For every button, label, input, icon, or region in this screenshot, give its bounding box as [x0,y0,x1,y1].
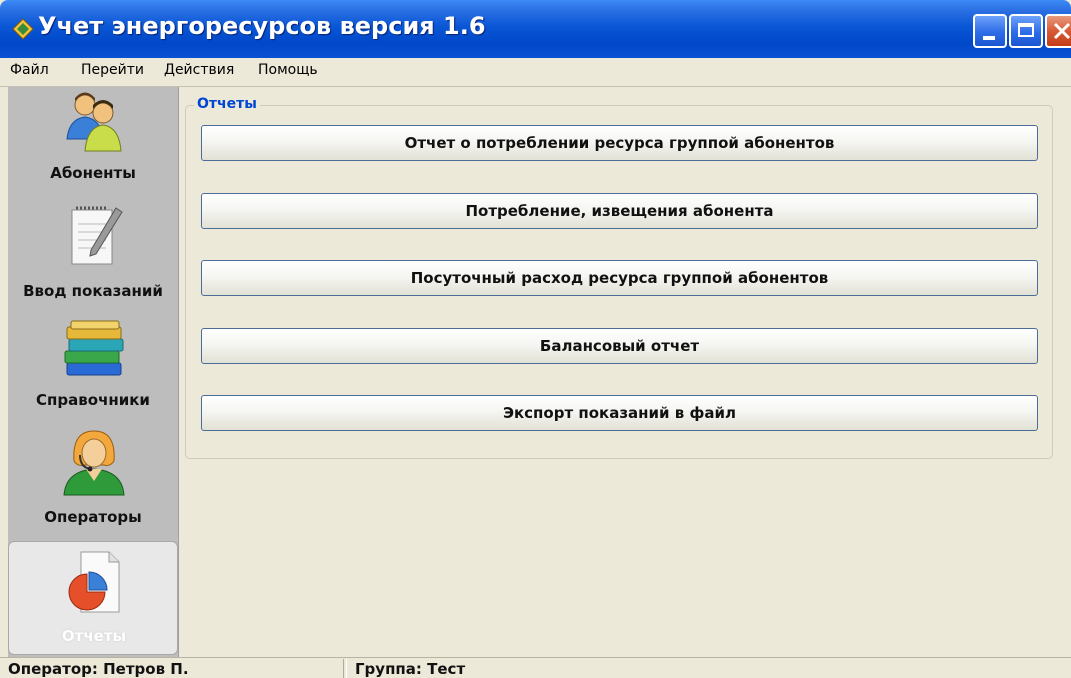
maximize-icon [1018,23,1034,37]
reports-group-title: Отчеты [194,96,260,112]
status-bar: Оператор: Петров П. Группа: Тест [0,657,1071,678]
title-bar[interactable]: Учет энергоресурсов версия 1.6 [0,0,1071,58]
sidebar-item-label: Ввод показаний [23,282,163,300]
report-group-consumption-button[interactable]: Отчет о потреблении ресурса группой абон… [201,125,1038,161]
sidebar: Абоненты Ввод показаний Справочники Опер… [8,87,179,657]
minimize-button[interactable] [973,14,1007,48]
menu-actions[interactable]: Действия [164,62,234,78]
maximize-button[interactable] [1009,14,1043,48]
menu-bar: Файл Перейти Действия Помощь [0,58,1071,87]
sidebar-item-label: Справочники [36,391,150,409]
status-operator: Оператор: Петров П. [8,660,189,678]
button-label: Отчет о потреблении ресурса группой абон… [404,134,835,152]
window-title: Учет энергоресурсов версия 1.6 [38,12,486,40]
books-icon [64,320,124,376]
app-icon [12,18,34,40]
report-daily-usage-button[interactable]: Посуточный расход ресурса группой абонен… [201,260,1038,296]
sidebar-item-operators[interactable]: Операторы [8,425,178,537]
status-group: Группа: Тест [355,660,466,678]
button-label: Потребление, извещения абонента [465,202,774,220]
sidebar-item-label: Абоненты [50,164,136,182]
status-divider [343,659,347,678]
export-readings-button[interactable]: Экспорт показаний в файл [201,395,1038,431]
users-icon [66,92,122,152]
operator-headset-icon [63,430,125,496]
sidebar-item-subscribers[interactable]: Абоненты [8,87,178,197]
report-subscriber-consumption-button[interactable]: Потребление, извещения абонента [201,193,1038,229]
sidebar-item-label: Операторы [44,508,142,526]
menu-navigate[interactable]: Перейти [81,62,144,78]
minimize-icon [983,36,995,40]
menu-file[interactable]: Файл [10,62,49,78]
button-label: Посуточный расход ресурса группой абонен… [410,269,829,287]
sidebar-item-readings-input[interactable]: Ввод показаний [8,200,178,312]
button-label: Экспорт показаний в файл [502,404,737,422]
report-balance-button[interactable]: Балансовый отчет [201,328,1038,364]
sidebar-item-directories[interactable]: Справочники [8,313,178,423]
menu-help[interactable]: Помощь [258,62,318,78]
button-label: Балансовый отчет [539,337,700,355]
report-chart-icon [68,551,120,613]
notepad-pencil-icon [71,206,123,265]
close-button[interactable] [1045,14,1071,48]
sidebar-item-reports[interactable]: Отчеты [8,541,178,655]
close-icon [1053,22,1071,40]
sidebar-item-label: Отчеты [61,627,127,645]
